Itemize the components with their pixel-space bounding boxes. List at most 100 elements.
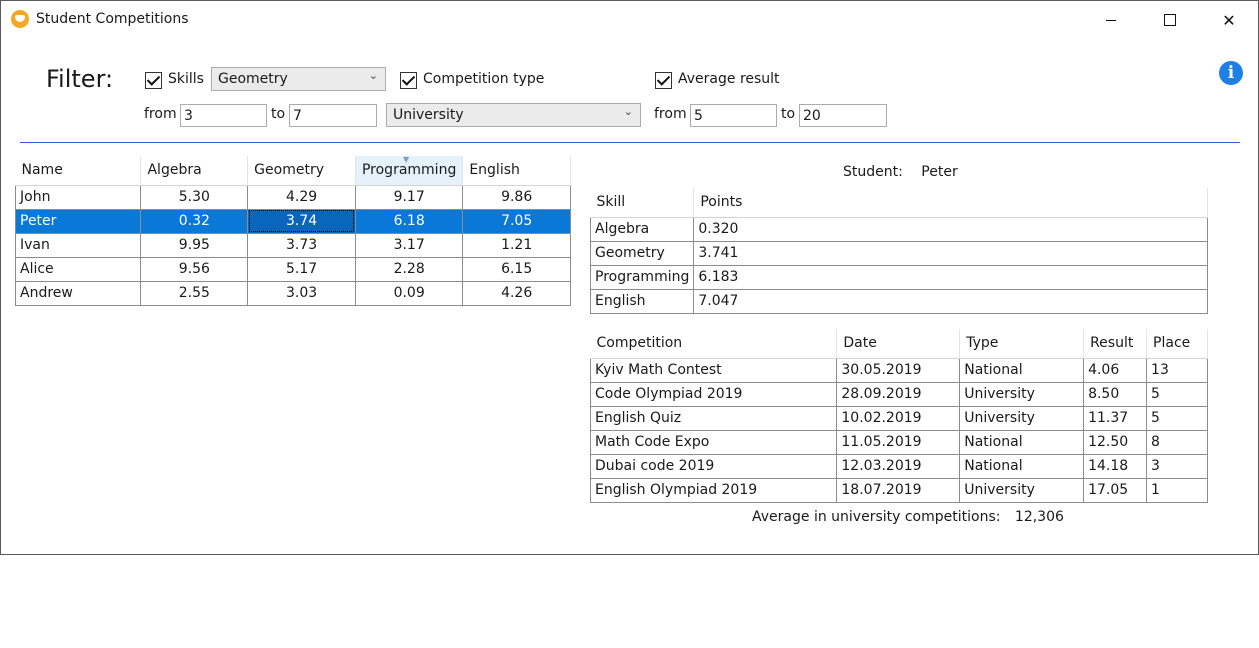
cell-competition[interactable]: Dubai code 2019 (589, 453, 838, 479)
column-header-place[interactable]: Place (1146, 329, 1208, 359)
cell-programming[interactable]: 9.17 (354, 184, 464, 210)
cell-geometry[interactable]: 4.29 (247, 184, 356, 210)
cell-english[interactable]: 6.15 (462, 256, 571, 282)
average-to-input[interactable]: 20 (799, 104, 887, 127)
cell-date[interactable]: 12.03.2019 (836, 453, 961, 479)
cell-name[interactable]: Peter (14, 208, 142, 234)
cell-type[interactable]: National (959, 357, 1085, 383)
cell-algebra[interactable]: 2.55 (140, 280, 249, 306)
cell-competition[interactable]: English Quiz (589, 405, 838, 431)
cell-date[interactable]: 11.05.2019 (836, 429, 961, 455)
cell-place[interactable]: 3 (1146, 453, 1208, 479)
cell-skill[interactable]: Programming (589, 264, 695, 290)
table-row[interactable]: John 5.30 4.29 9.17 9.86 (14, 184, 571, 210)
column-header-algebra[interactable]: Algebra (140, 156, 249, 186)
competition-type-checkbox[interactable] (400, 72, 417, 89)
skills-to-input[interactable]: 7 (289, 104, 377, 127)
cell-result[interactable]: 8.50 (1083, 381, 1148, 407)
cell-competition[interactable]: Math Code Expo (589, 429, 838, 455)
cell-result[interactable]: 4.06 (1083, 357, 1148, 383)
cell-date[interactable]: 10.02.2019 (836, 405, 961, 431)
cell-geometry[interactable]: 3.73 (247, 232, 356, 258)
average-result-checkbox[interactable] (655, 72, 672, 89)
maximize-button[interactable] (1147, 1, 1193, 39)
competition-type-select[interactable]: University ⌄ (386, 103, 641, 127)
column-header-geometry[interactable]: Geometry (247, 156, 356, 186)
cell-english[interactable]: 1.21 (462, 232, 571, 258)
column-header-name[interactable]: Name (15, 156, 142, 186)
cell-algebra[interactable]: 9.56 (140, 256, 249, 282)
cell-geometry[interactable]: 3.03 (247, 280, 356, 306)
cell-name[interactable]: Ivan (14, 232, 142, 258)
cell-geometry[interactable]: 5.17 (247, 256, 356, 282)
cell-programming[interactable]: 2.28 (354, 256, 464, 282)
column-header-programming[interactable]: ▼ Programming (355, 155, 464, 186)
cell-points[interactable]: 3.741 (693, 240, 1208, 266)
cell-type[interactable]: University (959, 477, 1085, 503)
skills-from-input[interactable]: 3 (180, 104, 267, 127)
cell-geometry-focused[interactable]: 3.74 (247, 208, 356, 234)
cell-name[interactable]: John (14, 184, 142, 210)
cell-points[interactable]: 6.183 (693, 264, 1208, 290)
cell-type[interactable]: National (959, 429, 1085, 455)
table-row[interactable]: Dubai code 2019 12.03.2019 National 14.18 3 (589, 453, 1208, 479)
cell-place[interactable]: 8 (1146, 429, 1208, 455)
table-row[interactable]: Ivan 9.95 3.73 3.17 1.21 (14, 232, 571, 258)
cell-date[interactable]: 28.09.2019 (836, 381, 961, 407)
cell-result[interactable]: 11.37 (1083, 405, 1148, 431)
cell-english[interactable]: 4.26 (462, 280, 571, 306)
cell-skill[interactable]: Algebra (589, 216, 695, 242)
cell-programming[interactable]: 0.09 (354, 280, 464, 306)
table-row[interactable]: Programming 6.183 (589, 264, 1208, 290)
info-icon[interactable]: i (1219, 61, 1243, 85)
column-header-points[interactable]: Points (693, 188, 1208, 218)
table-row[interactable]: Algebra 0.320 (589, 216, 1208, 242)
column-header-result[interactable]: Result (1083, 329, 1148, 359)
cell-name[interactable]: Andrew (14, 280, 142, 306)
column-header-english[interactable]: English (462, 156, 571, 186)
table-row[interactable]: Code Olympiad 2019 28.09.2019 University 8.… (589, 381, 1208, 407)
table-row[interactable]: English Olympiad 2019 18.07.2019 Universit… (589, 477, 1208, 503)
column-header-date[interactable]: Date (836, 329, 961, 359)
cell-place[interactable]: 1 (1146, 477, 1208, 503)
cell-competition[interactable]: English Olympiad 2019 (589, 477, 838, 503)
cell-date[interactable]: 18.07.2019 (836, 477, 961, 503)
cell-result[interactable]: 17.05 (1083, 477, 1148, 503)
close-button[interactable]: ✕ (1206, 1, 1252, 39)
cell-points[interactable]: 0.320 (693, 216, 1208, 242)
cell-points[interactable]: 7.047 (693, 288, 1208, 314)
cell-programming[interactable]: 6.18 (354, 208, 464, 234)
table-row[interactable]: English Quiz 10.02.2019 University 11.37 5 (589, 405, 1208, 431)
table-row[interactable]: English 7.047 (589, 288, 1208, 314)
title-bar[interactable]: Student Competitions ✕ (1, 1, 1258, 39)
table-row-selected[interactable]: Peter 0.32 3.74 6.18 7.05 (14, 208, 571, 234)
cell-place[interactable]: 5 (1146, 405, 1208, 431)
cell-type[interactable]: University (959, 405, 1085, 431)
cell-competition[interactable]: Kyiv Math Contest (589, 357, 838, 383)
cell-place[interactable]: 13 (1146, 357, 1208, 383)
table-row[interactable]: Andrew 2.55 3.03 0.09 4.26 (14, 280, 571, 306)
table-row[interactable]: Kyiv Math Contest 30.05.2019 National 4.06 1… (589, 357, 1208, 383)
cell-type[interactable]: National (959, 453, 1085, 479)
cell-skill[interactable]: Geometry (589, 240, 695, 266)
table-row[interactable]: Math Code Expo 11.05.2019 National 12.50 8 (589, 429, 1208, 455)
cell-name[interactable]: Alice (14, 256, 142, 282)
cell-type[interactable]: University (959, 381, 1085, 407)
average-from-input[interactable]: 5 (690, 104, 777, 127)
skills-select[interactable]: Geometry ⌄ (211, 67, 386, 91)
cell-english[interactable]: 7.05 (462, 208, 571, 234)
column-header-competition[interactable]: Competition (590, 329, 838, 359)
cell-algebra[interactable]: 0.32 (140, 208, 249, 234)
cell-competition[interactable]: Code Olympiad 2019 (589, 381, 838, 407)
column-header-skill[interactable]: Skill (590, 188, 695, 218)
table-row[interactable]: Alice 9.56 5.17 2.28 6.15 (14, 256, 571, 282)
cell-english[interactable]: 9.86 (462, 184, 571, 210)
column-header-type[interactable]: Type (959, 329, 1085, 359)
cell-place[interactable]: 5 (1146, 381, 1208, 407)
minimize-button[interactable] (1088, 1, 1134, 39)
cell-result[interactable]: 14.18 (1083, 453, 1148, 479)
cell-skill[interactable]: English (589, 288, 695, 314)
cell-algebra[interactable]: 5.30 (140, 184, 249, 210)
table-row[interactable]: Geometry 3.741 (589, 240, 1208, 266)
cell-result[interactable]: 12.50 (1083, 429, 1148, 455)
